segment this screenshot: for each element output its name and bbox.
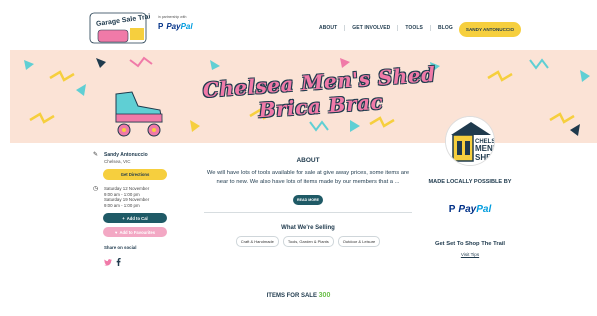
category-tags: Craft & Handmade Tools, Garden & Plants … <box>203 236 413 248</box>
svg-text:SHE: SHE <box>475 153 492 162</box>
visit-tips-link[interactable]: Visit Tips <box>420 252 520 257</box>
shop-trail-title: Get Set To Shop The Trail <box>434 241 506 247</box>
partner-label: in partnership with <box>158 15 187 19</box>
add-to-favourites-label: Add to Favourites <box>119 229 156 235</box>
about-title: ABOUT <box>296 157 320 164</box>
owner-row: ✎ Sandy Antonuccio Chelsea, VIC <box>93 152 173 164</box>
tag-tools-garden[interactable]: Tools, Garden & Plants <box>282 236 334 248</box>
tag-craft[interactable]: Craft & Handmade <box>235 236 279 248</box>
garage-sale-trail-logo-graphic: Garage Sale Trail <box>89 12 153 44</box>
site-header: Garage Sale Trail in partnership with P … <box>0 0 597 50</box>
share-icons <box>104 253 173 271</box>
get-directions-button[interactable]: Get Directions <box>103 169 167 180</box>
items-for-sale-label: ITEMS FOR SALE <box>266 293 317 299</box>
share-label: Share on social <box>104 245 137 251</box>
paypal-text-2: Pal <box>180 22 193 31</box>
owner-location: Chelsea, VIC <box>104 159 131 164</box>
divider <box>204 211 412 213</box>
time-line: 9:00 am - 1:00 pm <box>104 202 140 208</box>
plus-icon: + <box>122 215 125 221</box>
roller-skate-icon <box>115 91 163 137</box>
tag-outdoor-leisure[interactable]: Outdoor & Leisure <box>337 236 381 248</box>
nav-blog[interactable]: BLOG <box>431 25 460 31</box>
paypal-sponsor-text-2: Pal <box>476 204 492 215</box>
read-more-button[interactable]: READ MORE <box>293 194 323 205</box>
owner-name: Sandy Antonuccio <box>104 152 148 158</box>
chelsea-mens-shed-logo: CHELSE MEN' SHE <box>445 116 495 166</box>
date-line: Saturday 12 November <box>104 186 150 191</box>
sponsor-column: CHELSE MEN' SHE MADE LOCALLY POSSIBLE BY… <box>420 116 520 257</box>
paypal-sponsor-text-1: Pay <box>458 204 477 215</box>
nav-about[interactable]: ABOUT <box>312 25 346 31</box>
paypal-icon: P <box>448 204 456 215</box>
clock-icon: ◷ <box>93 186 99 192</box>
about-text: We will have lots of tools available for… <box>206 170 410 186</box>
main-nav: ABOUT GET INVOLVED TOOLS BLOG <box>312 25 460 31</box>
facebook-icon[interactable] <box>116 253 121 271</box>
heart-icon: ♥ <box>114 229 118 235</box>
dates-row: ◷ Saturday 12 November 9:00 am - 1:00 pm… <box>93 186 173 208</box>
pin-icon: ✎ <box>93 152 99 158</box>
nav-tools[interactable]: TOOLS <box>398 25 431 31</box>
garage-sale-trail-logo[interactable]: Garage Sale Trail <box>88 10 153 46</box>
nav-get-involved[interactable]: GET INVOLVED <box>345 25 399 31</box>
paypal-icon: P <box>158 22 164 31</box>
add-to-calendar-label: Add to Cal <box>126 215 148 221</box>
event-details: ABOUT We will have lots of tools availab… <box>203 152 413 248</box>
event-sidebar: ✎ Sandy Antonuccio Chelsea, VIC Get Dire… <box>93 152 173 271</box>
partner-block: in partnership with P PayPal <box>158 15 193 31</box>
date-line: Saturday 19 November <box>104 197 150 203</box>
paypal-text-1: Pay <box>166 22 181 31</box>
user-account-button[interactable]: SANDY ANTONUCCIO <box>459 22 521 37</box>
items-for-sale: ITEMS FOR SALE 300 <box>0 292 597 299</box>
paypal-sponsor-logo[interactable]: P PayPal <box>420 204 520 215</box>
selling-title: What We're Selling <box>281 225 335 232</box>
made-locally-label: MADE LOCALLY POSSIBLE BY <box>428 179 512 185</box>
add-to-calendar-button[interactable]: + Add to Cal <box>103 213 167 224</box>
add-to-favourites-button[interactable]: ♥ Add to Favourites <box>103 227 167 238</box>
items-for-sale-count: 300 <box>318 292 331 299</box>
paypal-partner-logo: P PayPal <box>158 22 193 31</box>
twitter-icon[interactable] <box>104 253 112 271</box>
svg-text:MEN': MEN' <box>475 144 495 153</box>
